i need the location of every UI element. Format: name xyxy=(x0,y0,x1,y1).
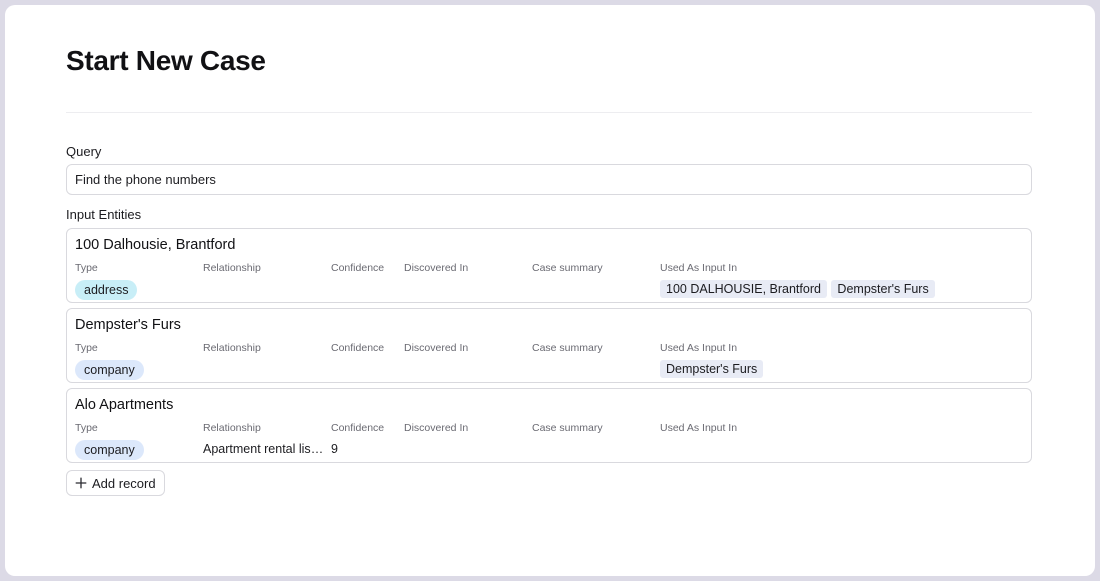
used-as-input-header: Used As Input In xyxy=(660,422,738,434)
relationship-header: Relationship xyxy=(203,262,261,274)
input-entities-label: Input Entities xyxy=(66,207,142,222)
used-as-input-tag[interactable]: Dempster's Furs xyxy=(660,360,764,378)
relationship-column: Relationship xyxy=(203,342,325,360)
used-as-input-tag[interactable]: Dempster's Furs xyxy=(831,280,935,298)
confidence-column: Confidence xyxy=(331,262,384,280)
title-divider xyxy=(66,112,1032,113)
type-header: Type xyxy=(75,422,98,434)
used-as-input-column: Used As Input In Dempster's Furs xyxy=(660,342,764,378)
case-summary-column: Case summary xyxy=(532,422,603,440)
add-record-label: Add record xyxy=(92,475,156,491)
type-header: Type xyxy=(75,262,98,274)
discovered-in-header: Discovered In xyxy=(404,422,469,434)
type-badge: company xyxy=(75,360,144,380)
query-label: Query xyxy=(66,144,102,159)
discovered-in-column: Discovered In xyxy=(404,342,468,360)
entity-name: Dempster's Furs xyxy=(75,317,181,333)
page-title: Start New Case xyxy=(66,45,266,76)
discovered-in-header: Discovered In xyxy=(404,262,469,274)
confidence-column: Confidence xyxy=(331,342,384,360)
case-summary-header: Case summary xyxy=(532,342,603,354)
used-as-input-column: Used As Input In xyxy=(660,422,737,440)
relationship-column: Relationship xyxy=(203,262,325,280)
plus-icon xyxy=(75,477,87,489)
discovered-in-column: Discovered In xyxy=(404,262,468,280)
discovered-in-header: Discovered In xyxy=(404,342,469,354)
relationship-header: Relationship xyxy=(203,422,261,434)
app-window: Start New Case Query Input Entities 100 … xyxy=(5,5,1095,576)
discovered-in-column: Discovered In xyxy=(404,422,468,440)
used-as-input-header: Used As Input In xyxy=(660,262,738,274)
type-badge: address xyxy=(75,280,138,300)
entity-card[interactable]: Alo Apartments Type company Relationship… xyxy=(66,388,1032,463)
type-column: Type address xyxy=(75,262,138,300)
used-as-input-header: Used As Input In xyxy=(660,342,738,354)
relationship-column: Relationship Apartment rental listing xyxy=(203,422,325,458)
add-record-button[interactable]: Add record xyxy=(66,470,165,496)
entity-card[interactable]: 100 Dalhousie, Brantford Type address Re… xyxy=(66,228,1032,303)
type-column: Type company xyxy=(75,422,144,460)
used-as-input-tag[interactable]: 100 DALHOUSIE, Brantford xyxy=(660,280,827,298)
type-badge: company xyxy=(75,440,144,460)
relationship-header: Relationship xyxy=(203,342,261,354)
confidence-header: Confidence xyxy=(331,342,385,354)
query-input[interactable] xyxy=(66,164,1032,195)
confidence-header: Confidence xyxy=(331,422,385,434)
relationship-value: Apartment rental listing xyxy=(203,442,325,456)
case-summary-column: Case summary xyxy=(532,262,603,280)
case-summary-header: Case summary xyxy=(532,422,603,434)
case-summary-column: Case summary xyxy=(532,342,603,360)
confidence-column: Confidence 9 xyxy=(331,422,384,458)
confidence-header: Confidence xyxy=(331,262,385,274)
case-summary-header: Case summary xyxy=(532,262,603,274)
type-column: Type company xyxy=(75,342,144,380)
entity-name: Alo Apartments xyxy=(75,397,174,413)
used-as-input-column: Used As Input In 100 DALHOUSIE, Brantfor… xyxy=(660,262,936,298)
entity-name: 100 Dalhousie, Brantford xyxy=(75,237,236,253)
type-header: Type xyxy=(75,342,98,354)
confidence-value: 9 xyxy=(331,442,338,456)
entity-card[interactable]: Dempster's Furs Type company Relationshi… xyxy=(66,308,1032,383)
